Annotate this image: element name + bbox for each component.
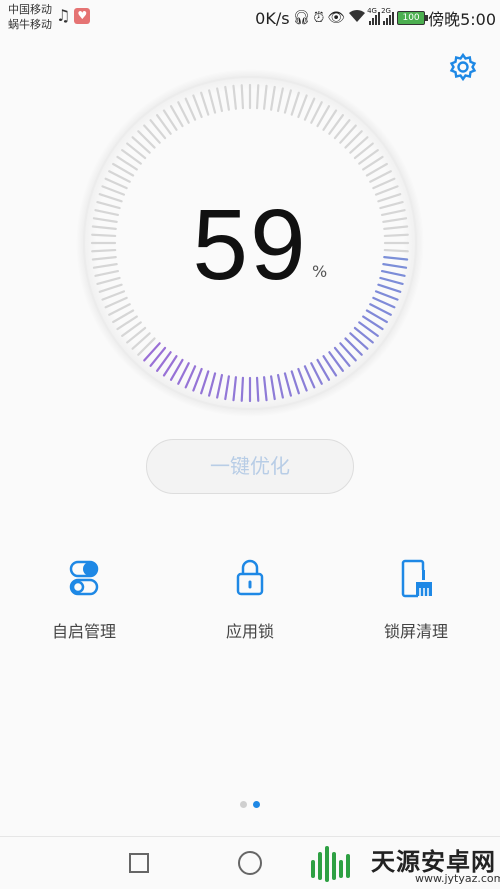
feature-app-lock[interactable]: 应用锁 — [190, 556, 310, 642]
clock: 傍晚5:00 — [428, 10, 496, 29]
watermark-logo-icon — [311, 846, 350, 882]
feature-lockscreen-clean[interactable]: 锁屏清理 — [356, 556, 476, 642]
signal-2-tag: 2G — [381, 7, 391, 15]
watermark: 天源安卓网 www.jytyaz.com — [305, 840, 500, 889]
dial-tick — [240, 84, 245, 110]
feature-startup-manager[interactable]: 自启管理 — [24, 556, 144, 642]
feature-label: 锁屏清理 — [383, 622, 448, 641]
headphones-icon: 🎧︎ — [292, 10, 311, 26]
score-value: 59 — [192, 189, 308, 301]
carrier-2: 蜗牛移动 — [8, 18, 52, 31]
page-dot[interactable] — [240, 801, 247, 808]
dial-tick-active — [240, 376, 245, 402]
eye-icon: 👁︎ — [327, 10, 346, 26]
signal-2-icon: 2G — [381, 7, 395, 25]
music-note-icon: ♫ — [56, 6, 71, 25]
page-dot-active[interactable] — [253, 801, 260, 808]
carrier-1: 中国移动 — [8, 3, 52, 16]
dial-tick-active — [255, 376, 260, 402]
padlock-icon — [230, 556, 270, 600]
watermark-url: www.jytyaz.com — [415, 872, 500, 885]
signal-1-icon: 4G — [367, 7, 381, 25]
score-unit: % — [312, 262, 328, 281]
one-key-optimize-button[interactable]: 一键优化 — [146, 439, 354, 494]
recent-apps-button[interactable] — [129, 853, 149, 873]
settings-gear-icon[interactable] — [448, 52, 478, 82]
wifi-icon — [348, 9, 366, 28]
alarm-icon: ⏰︎ — [313, 10, 325, 26]
page-indicator — [240, 801, 260, 808]
feature-label: 自启管理 — [51, 622, 116, 641]
dial-tick — [255, 84, 260, 110]
battery-icon: 100 — [397, 11, 429, 25]
signal-1-tag: 4G — [367, 7, 377, 15]
battery-level: 100 — [402, 13, 420, 23]
phone-broom-icon — [396, 556, 436, 600]
net-speed: 0K/s — [255, 8, 290, 28]
toggle-switches-icon — [64, 556, 104, 600]
feature-label: 应用锁 — [225, 622, 274, 641]
status-bar: 中国移动 蜗牛移动 ♫ ♥ 0K/s 🎧︎ ⏰︎ 👁︎ 4G 2G 100 傍晚… — [0, 0, 500, 34]
home-button[interactable] — [238, 851, 262, 875]
heart-app-icon: ♥ — [74, 8, 91, 24]
carrier-labels: 中国移动 蜗牛移动 — [8, 2, 52, 32]
score-value-wrap: 59 — [75, 190, 425, 300]
